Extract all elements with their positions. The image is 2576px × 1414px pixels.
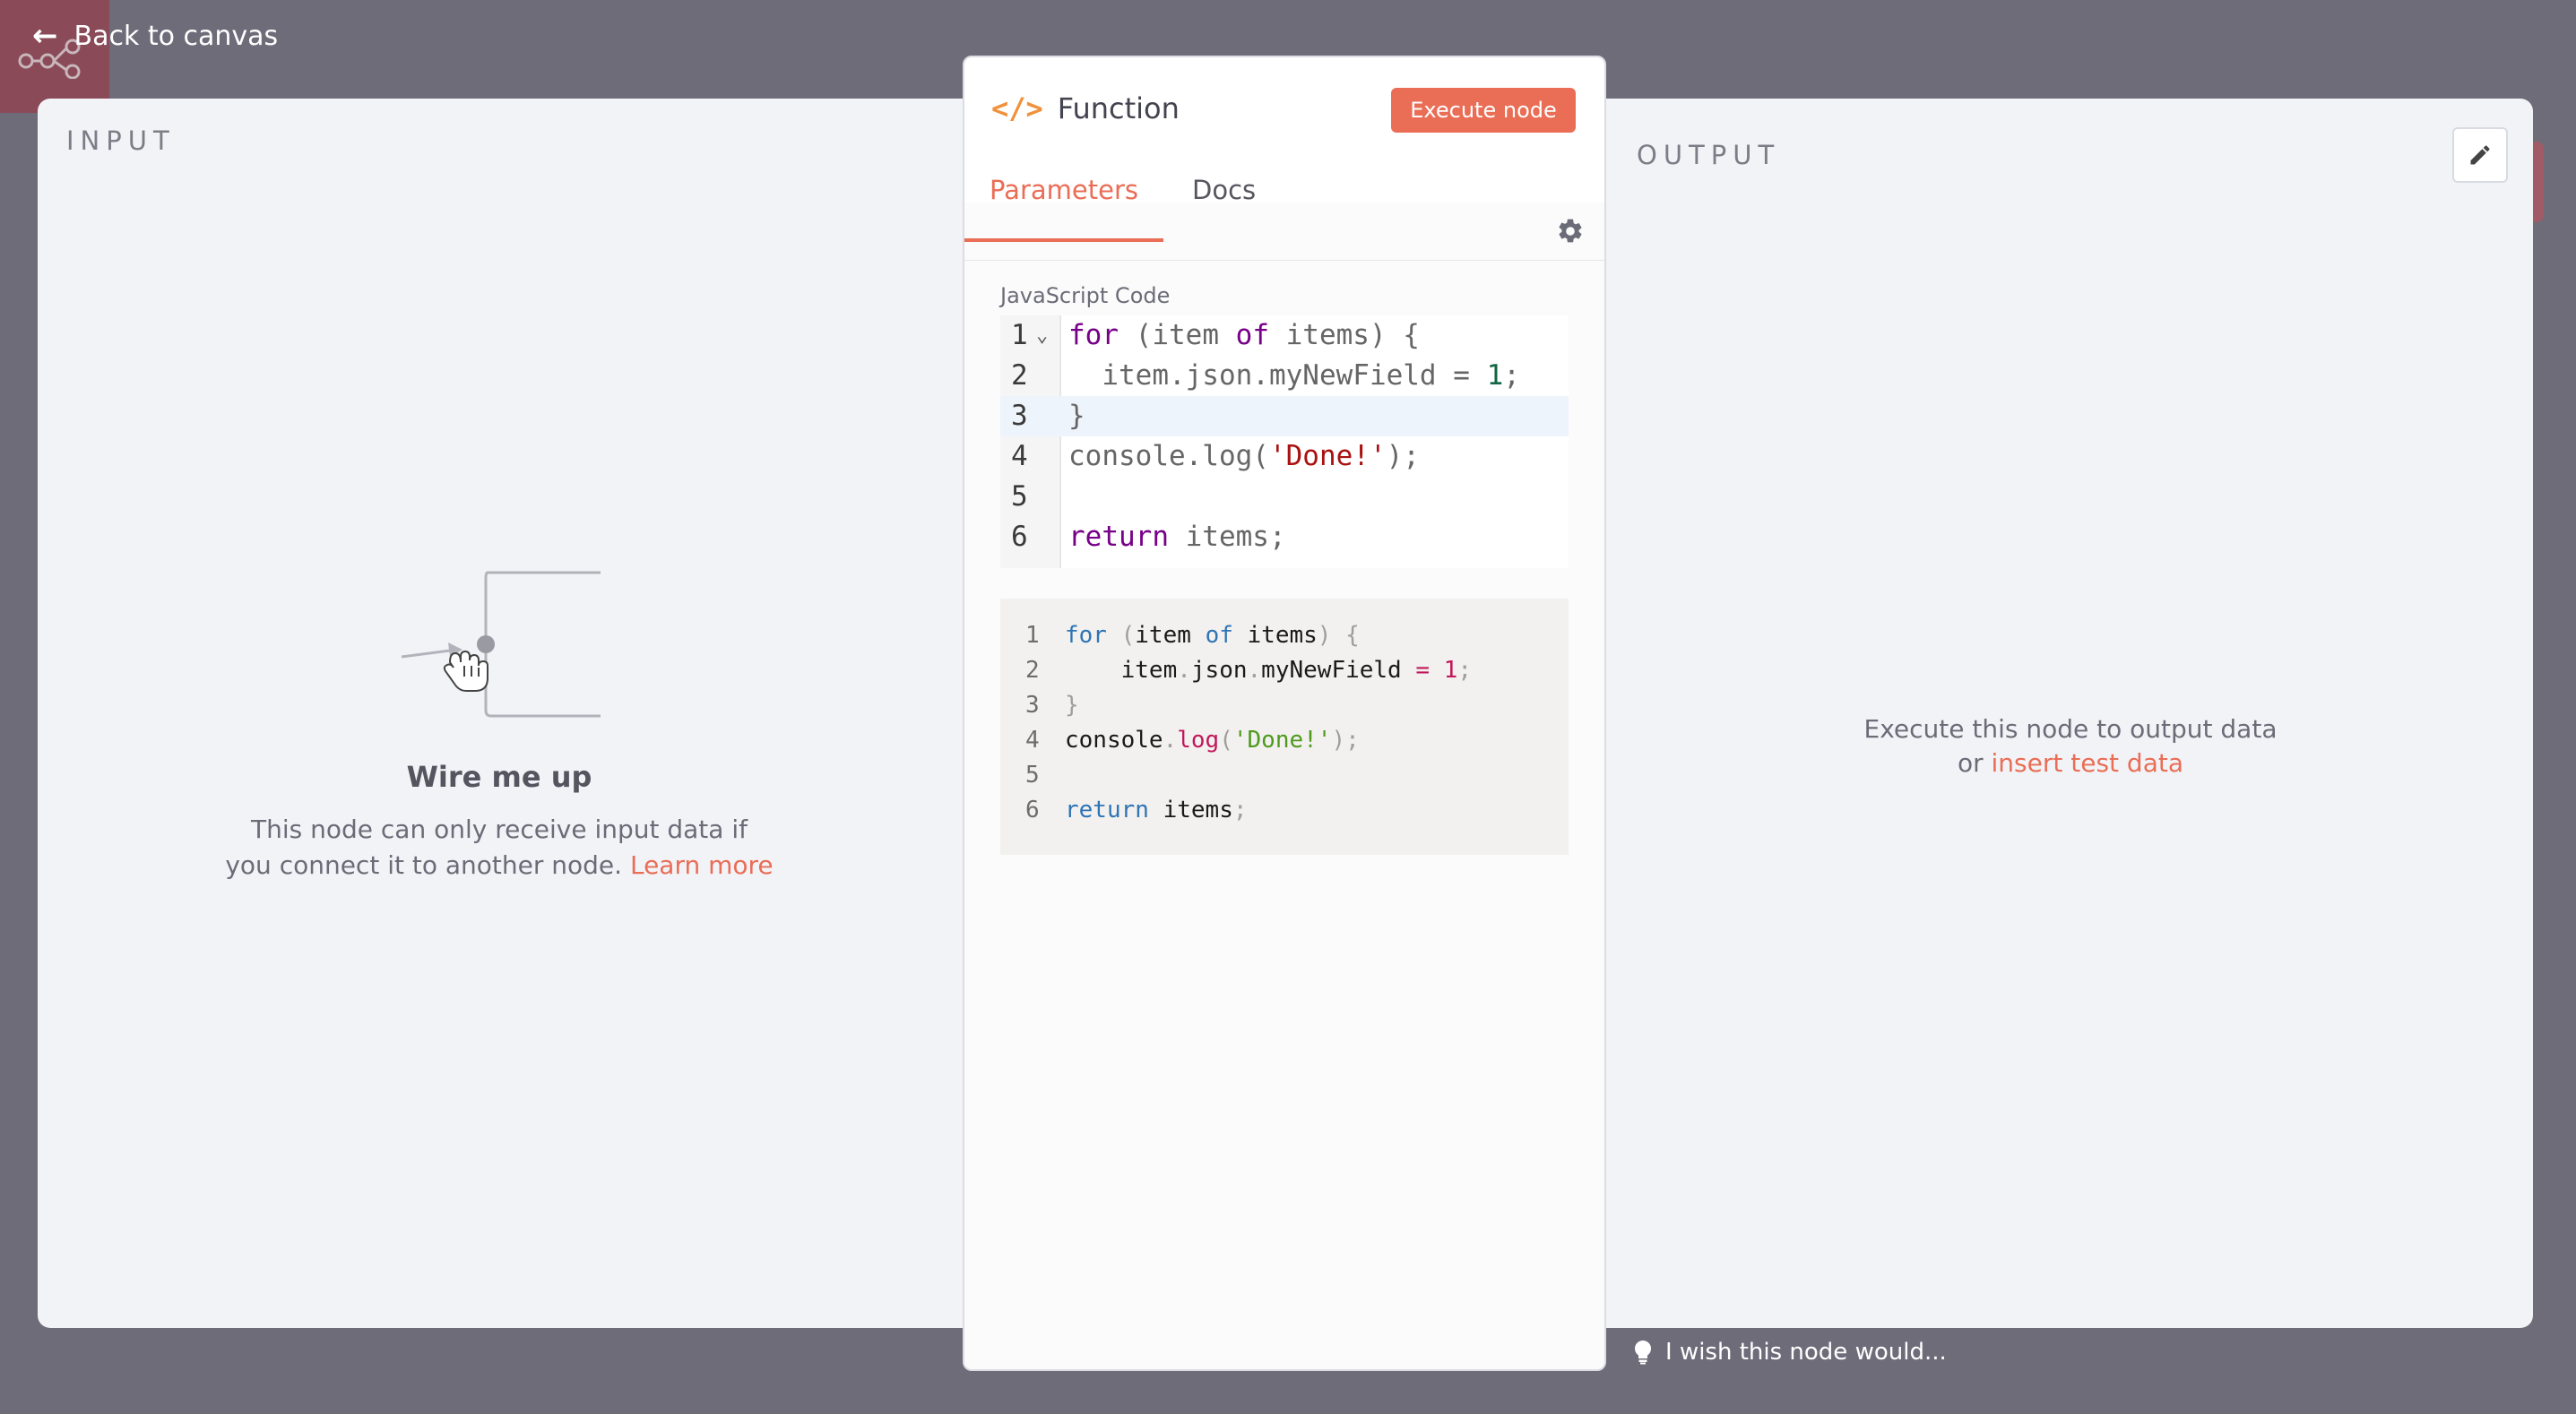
code-editor[interactable]: 1 ⌄ for (item of items) { 2 item.json.my…	[1000, 315, 1569, 568]
line-number: 6	[1011, 521, 1028, 553]
javascript-code-label: JavaScript Code	[1000, 283, 1171, 308]
preview-code-2: item.json.myNewField = 1;	[1065, 657, 1472, 684]
edit-output-button[interactable]	[2452, 127, 2508, 183]
code-preview: 1 for (item of items) { 2 item.json.myNe…	[1000, 599, 1569, 855]
gear-icon[interactable]	[1556, 217, 1585, 246]
editor-line: 4 console.log('Done!');	[1000, 436, 1569, 477]
lightbulb-icon	[1634, 1341, 1652, 1365]
code-icon: </>	[991, 91, 1043, 125]
editor-line: 2 item.json.myNewField = 1;	[1000, 356, 1569, 396]
editor-line: 1 ⌄ for (item of items) {	[1000, 315, 1569, 356]
preview-line: 4 console.log('Done!');	[1000, 723, 1569, 758]
app-logo	[0, 0, 109, 113]
pencil-icon	[2470, 145, 2490, 165]
learn-more-link[interactable]: Learn more	[630, 850, 774, 880]
output-panel-title: OUTPUT	[1637, 140, 1781, 170]
line-number: 2	[1011, 359, 1028, 392]
line-number: 5	[1011, 480, 1028, 513]
output-empty-text: Execute this node to output data	[1863, 714, 2278, 744]
editor-line: 5	[1000, 477, 1569, 517]
preview-line-number: 4	[1025, 727, 1040, 754]
code-line-4: console.log('Done!');	[1068, 440, 1420, 472]
code-line-3: }	[1068, 400, 1085, 432]
output-or-text: or	[1957, 748, 1984, 778]
preview-line: 2 item.json.myNewField = 1;	[1000, 653, 1569, 688]
wire-me-up-title: Wire me up	[406, 760, 592, 794]
wire-me-up-text: This node can only receive input data if…	[224, 812, 774, 884]
hand-cursor-icon	[443, 650, 488, 692]
preview-line: 3 }	[1000, 688, 1569, 723]
node-title[interactable]: Function	[1058, 91, 1180, 125]
feature-request-label: I wish this node would...	[1665, 1339, 1947, 1366]
code-line-6: return items;	[1068, 521, 1286, 553]
back-to-canvas-button[interactable]: ← Back to canvas	[32, 18, 278, 54]
preview-code-4: console.log('Done!');	[1065, 727, 1360, 754]
node-header: </> Function	[991, 91, 1180, 125]
preview-line: 1 for (item of items) {	[1000, 618, 1569, 653]
preview-line: 6 return items;	[1000, 793, 1569, 828]
editor-line: 6 return items;	[1000, 517, 1569, 557]
execute-node-button[interactable]: Execute node	[1391, 88, 1576, 133]
preview-line-number: 2	[1025, 657, 1040, 684]
arrow-left-icon: ←	[32, 18, 58, 54]
preview-code-3: }	[1065, 692, 1079, 719]
fold-chevron-icon[interactable]: ⌄	[1036, 315, 1048, 356]
preview-line-number: 1	[1025, 622, 1040, 649]
output-empty-message: Execute this node to output data or inse…	[1811, 712, 2330, 780]
preview-code-1: for (item of items) {	[1065, 622, 1360, 649]
preview-line-number: 6	[1025, 797, 1040, 823]
code-line-2: item.json.myNewField = 1;	[1068, 359, 1520, 392]
node-parameters-panel: </> Function Execute node Parameters Doc…	[963, 56, 1606, 1371]
editor-line-active: 3 }	[1000, 396, 1569, 436]
line-number: 4	[1011, 440, 1028, 472]
wire-illustration	[401, 571, 601, 718]
preview-line-number: 3	[1025, 692, 1040, 719]
back-to-canvas-label: Back to canvas	[73, 20, 279, 52]
tab-docs[interactable]: Docs	[1192, 142, 1256, 242]
line-number: 3	[1011, 400, 1028, 432]
feature-request-link[interactable]: I wish this node would...	[1633, 1339, 1947, 1366]
code-line-1: for (item of items) {	[1068, 319, 1420, 351]
insert-test-data-link[interactable]: insert test data	[1992, 748, 2183, 778]
preview-line: 5	[1000, 758, 1569, 793]
preview-code-6: return items;	[1065, 797, 1248, 823]
line-number: 1	[1011, 319, 1028, 351]
input-panel-title: INPUT	[66, 125, 176, 156]
tab-parameters[interactable]: Parameters	[964, 142, 1163, 242]
node-tabs: Parameters Docs	[964, 160, 1604, 261]
preview-line-number: 5	[1025, 762, 1040, 789]
